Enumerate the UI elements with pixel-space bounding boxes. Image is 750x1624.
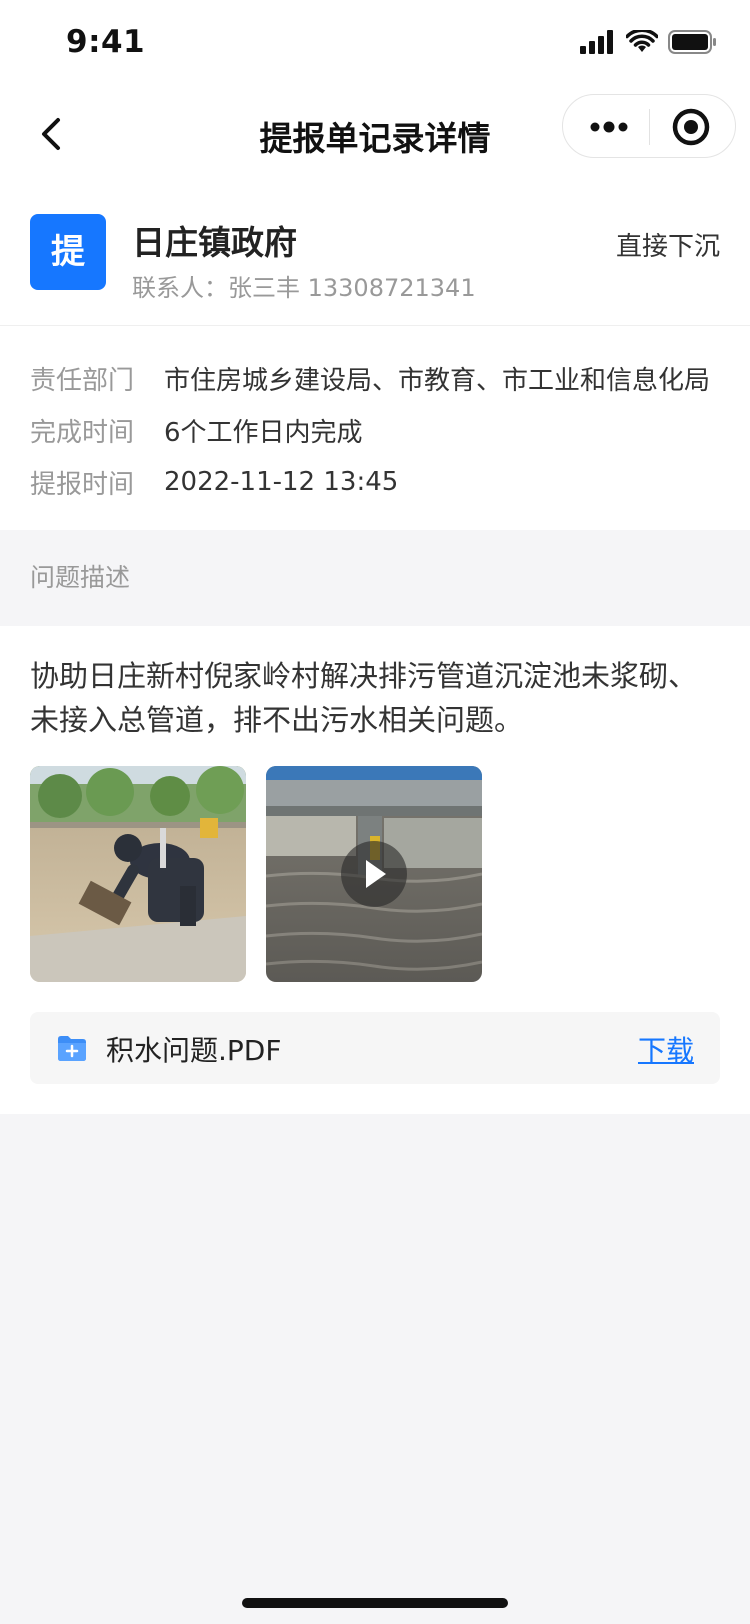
info-value: 市住房城乡建设局、市教育、市工业和信息化局 — [164, 365, 711, 396]
info-row: 提报时间 2022-11-12 13:45 — [30, 456, 720, 508]
battery-icon — [668, 30, 716, 54]
download-link[interactable]: 下载 — [638, 1029, 694, 1069]
wifi-icon — [626, 30, 658, 52]
org-tag: 直接下沉 — [615, 232, 720, 262]
info-label: 完成时间 — [30, 417, 135, 448]
info-label: 责任部门 — [30, 365, 135, 396]
mini-program-capsule — [562, 94, 736, 158]
photo-thumbnail[interactable] — [30, 766, 246, 982]
media-gallery — [30, 766, 720, 982]
more-dots-icon[interactable] — [589, 117, 629, 137]
flood-worker-image — [30, 766, 246, 982]
info-row: 责任部门 市住房城乡建设局、市教育、市工业和信息化局 — [30, 352, 720, 404]
attachment-row: 积水问题.PDF 下载 — [30, 1012, 720, 1084]
video-thumbnail[interactable] — [266, 766, 482, 982]
top-area: 9:41 提报单记录详情 提 日庄镇政府 联系人：张三丰 13308721341… — [0, 0, 750, 530]
org-header: 提 日庄镇政府 联系人：张三丰 13308721341 直接下沉 — [0, 182, 750, 326]
org-badge: 提 — [30, 214, 106, 290]
home-indicator — [242, 1598, 508, 1608]
attachment-name: 积水问题.PDF — [106, 1034, 282, 1067]
org-contact: 联系人：张三丰 13308721341 — [132, 274, 476, 302]
status-bar: 9:41 — [0, 0, 750, 88]
info-row: 完成时间 6个工作日内完成 — [30, 404, 720, 456]
folder-icon — [58, 1036, 86, 1061]
target-circle-icon[interactable] — [671, 107, 711, 147]
status-icons — [580, 30, 718, 54]
info-value: 6个工作日内完成 — [164, 417, 363, 448]
flooded-underpass-image — [266, 766, 482, 982]
info-section: 责任部门 市住房城乡建设局、市教育、市工业和信息化局 完成时间 6个工作日内完成… — [0, 326, 750, 530]
capsule-divider — [649, 109, 650, 145]
info-value: 2022-11-12 13:45 — [164, 467, 399, 497]
nav-bar: 提报单记录详情 — [0, 88, 750, 182]
section-title: 问题描述 — [0, 530, 750, 626]
signal-icon — [580, 30, 613, 54]
status-time: 9:41 — [66, 24, 146, 60]
description-section: 协助日庄新村倪家岭村解决排污管道沉淀池未浆砌、未接入总管道，排不出污水相关问题。 — [0, 626, 750, 1114]
info-label: 提报时间 — [30, 469, 135, 500]
org-name: 日庄镇政府 — [132, 223, 297, 262]
description-text: 协助日庄新村倪家岭村解决排污管道沉淀池未浆砌、未接入总管道，排不出污水相关问题。 — [30, 659, 698, 737]
